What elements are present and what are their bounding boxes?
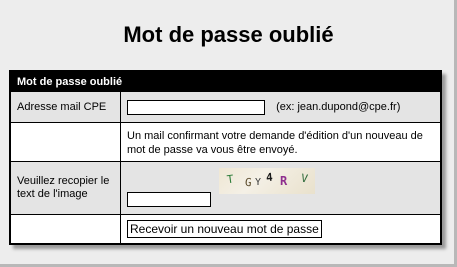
submit-empty-cell (9, 214, 121, 245)
captcha-wrap: T G Y 4 R V (127, 165, 434, 211)
email-label: Adresse mail CPE (9, 91, 121, 123)
captcha-char: G (244, 175, 253, 190)
captcha-char: 4 (265, 170, 274, 185)
submit-row: Recevoir un nouveau mot de passe (9, 214, 442, 245)
email-cell: (ex: jean.dupond@cpe.fr) (120, 91, 442, 123)
captcha-cell: T G Y 4 R V (120, 161, 442, 215)
email-row: Adresse mail CPE (ex: jean.dupond@cpe.fr… (9, 91, 442, 123)
email-hint: (ex: jean.dupond@cpe.fr) (276, 101, 401, 113)
submit-button[interactable]: Recevoir un nouveau mot de passe (127, 220, 322, 238)
page-title: Mot de passe oublié (123, 22, 334, 47)
form-header: Mot de passe oublié (9, 70, 442, 92)
info-empty-cell (9, 122, 121, 162)
captcha-char: T (226, 172, 235, 187)
captcha-char: V (299, 171, 309, 186)
captcha-char: Y (255, 177, 262, 188)
info-row: Un mail confirmant votre demande d'éditi… (9, 122, 442, 162)
info-text: Un mail confirmant votre demande d'éditi… (120, 122, 442, 162)
form-header-row: Mot de passe oublié (9, 70, 442, 92)
captcha-row: Veuillez recopier le text de l'image T G… (9, 161, 442, 215)
password-reset-form: Mot de passe oublié Adresse mail CPE (ex… (9, 70, 442, 245)
captcha-char: R (280, 174, 288, 188)
captcha-input[interactable] (127, 192, 211, 207)
captcha-image: T G Y 4 R V (219, 168, 315, 194)
submit-cell: Recevoir un nouveau mot de passe (120, 214, 442, 245)
email-input[interactable] (127, 99, 265, 115)
captcha-label: Veuillez recopier le text de l'image (9, 161, 121, 215)
